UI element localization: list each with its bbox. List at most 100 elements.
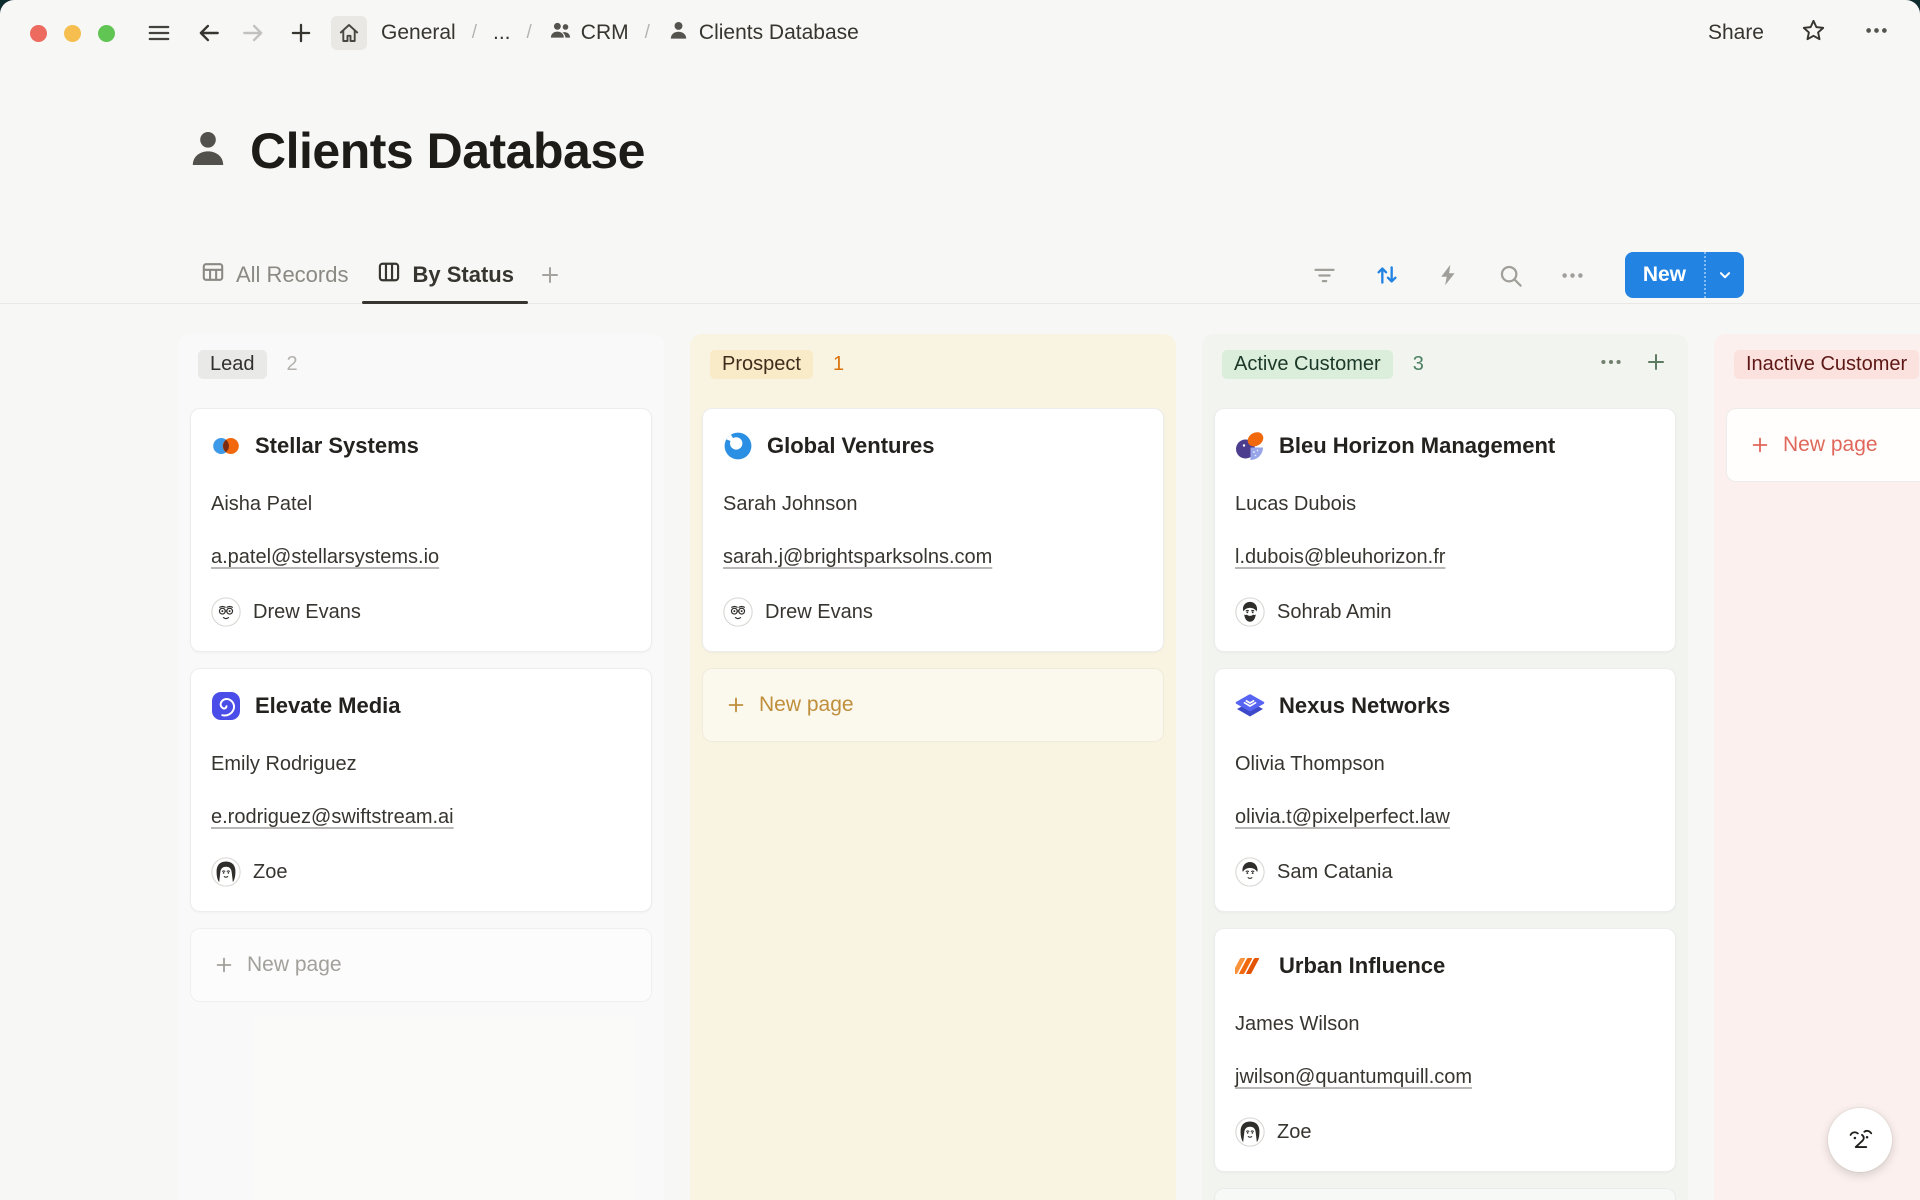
- new-page-button-inactive[interactable]: New page: [1726, 408, 1920, 482]
- avatar-zoe: [211, 857, 241, 887]
- card-title: Elevate Media: [255, 693, 401, 719]
- view-tabs: All Records By Status: [186, 246, 572, 304]
- contact-email: a.patel@stellarsystems.io: [211, 544, 631, 570]
- app-window: General / ... / CRM / Clients Database S…: [0, 0, 1920, 1200]
- close-window-button[interactable]: [30, 25, 47, 42]
- contact-email: sarah.j@brightsparksolns.com: [723, 544, 1143, 570]
- column-prospect: Prospect 1 Global Ventures Sarah Johnson…: [690, 334, 1176, 1200]
- automation-bolt-icon[interactable]: [1433, 259, 1465, 291]
- new-button-label: New: [1625, 263, 1704, 287]
- breadcrumb-separator: /: [527, 22, 532, 44]
- sort-icon[interactable]: [1371, 259, 1403, 291]
- back-icon[interactable]: [191, 16, 227, 50]
- blue-shutter-logo-icon: [723, 431, 753, 461]
- card-nexus-networks[interactable]: Nexus Networks Olivia Thompson olivia.t@…: [1214, 668, 1676, 912]
- breadcrumb-item-crm[interactable]: CRM: [542, 16, 635, 51]
- new-page-label: New page: [247, 953, 342, 977]
- contact-name: Sarah Johnson: [723, 491, 1143, 517]
- column-header: Active Customer 3: [1222, 344, 1676, 384]
- card-global-ventures[interactable]: Global Ventures Sarah Johnson sarah.j@br…: [702, 408, 1164, 652]
- card-elevate-media[interactable]: Elevate Media Emily Rodriguez e.rodrigue…: [190, 668, 652, 912]
- add-view-icon[interactable]: [528, 246, 572, 304]
- tab-label: All Records: [236, 262, 348, 288]
- column-active-customer: Active Customer 3 Bleu Horizon Managemen…: [1202, 334, 1688, 1200]
- status-chip-prospect[interactable]: Prospect: [710, 350, 813, 379]
- layer-stack-logo-icon: [1235, 691, 1265, 721]
- breadcrumb-item-clients-database[interactable]: Clients Database: [660, 16, 865, 51]
- card-stellar-systems[interactable]: Stellar Systems Aisha Patel a.patel@stel…: [190, 408, 652, 652]
- assistant-face-button[interactable]: [1828, 1108, 1892, 1172]
- new-tab-icon[interactable]: [283, 16, 319, 50]
- column-header: Prospect 1: [710, 344, 1164, 384]
- search-icon[interactable]: [1495, 259, 1527, 291]
- contact-name: Emily Rodriguez: [211, 751, 631, 777]
- owner-name: Zoe: [253, 859, 287, 885]
- breadcrumb-item-ellipsis[interactable]: ...: [487, 19, 517, 47]
- view-more-icon[interactable]: [1557, 259, 1589, 291]
- email-link[interactable]: l.dubois@bleuhorizon.fr: [1235, 546, 1445, 568]
- contact-email: l.dubois@bleuhorizon.fr: [1235, 544, 1655, 570]
- window-titlebar: General / ... / CRM / Clients Database S…: [0, 0, 1920, 66]
- page-person-icon: [184, 125, 232, 178]
- breadcrumb-item-general[interactable]: General: [375, 19, 462, 47]
- traffic-lights: [30, 25, 115, 42]
- breadcrumb-label: ...: [493, 21, 511, 45]
- owner-row: Sohrab Amin: [1235, 597, 1655, 627]
- card-title: Global Ventures: [767, 433, 935, 459]
- people-icon: [548, 18, 573, 49]
- status-chip-active-customer[interactable]: Active Customer: [1222, 350, 1393, 379]
- zoom-window-button[interactable]: [98, 25, 115, 42]
- contact-email: e.rodriguez@swiftstream.ai: [211, 804, 631, 830]
- venn-circles-logo-icon: [211, 431, 241, 461]
- card-urban-influence[interactable]: Urban Influence James Wilson jwilson@qua…: [1214, 928, 1676, 1172]
- column-count: 1: [833, 353, 844, 376]
- card-bleu-horizon-management[interactable]: Bleu Horizon Management Lucas Dubois l.d…: [1214, 408, 1676, 652]
- new-button-dropdown[interactable]: [1704, 252, 1744, 298]
- owner-name: Drew Evans: [253, 599, 361, 625]
- breadcrumb-label: Clients Database: [699, 21, 859, 45]
- sidebar-menu-icon[interactable]: [141, 16, 177, 50]
- avatar-drew: [723, 597, 753, 627]
- tri-shape-logo-icon: [1235, 431, 1265, 461]
- owner-name: Sohrab Amin: [1277, 599, 1392, 625]
- filter-icon[interactable]: [1309, 259, 1341, 291]
- new-page-button-active[interactable]: [1214, 1188, 1676, 1200]
- email-link[interactable]: olivia.t@pixelperfect.law: [1235, 806, 1450, 828]
- column-count: 2: [287, 353, 298, 376]
- new-record-button[interactable]: New: [1625, 252, 1744, 298]
- more-options-icon[interactable]: [1863, 17, 1890, 49]
- breadcrumb: General / ... / CRM / Clients Database: [375, 16, 865, 51]
- card-title: Nexus Networks: [1279, 693, 1450, 719]
- owner-name: Zoe: [1277, 1119, 1311, 1145]
- share-button[interactable]: Share: [1708, 21, 1764, 45]
- email-link[interactable]: sarah.j@brightsparksolns.com: [723, 546, 992, 568]
- column-more-icon[interactable]: [1598, 349, 1624, 380]
- email-link[interactable]: e.rodriguez@swiftstream.ai: [211, 806, 454, 828]
- new-page-button-prospect[interactable]: New page: [702, 668, 1164, 742]
- new-page-label: New page: [759, 693, 854, 717]
- breadcrumb-separator: /: [645, 22, 650, 44]
- contact-email: jwilson@quantumquill.com: [1235, 1064, 1655, 1090]
- email-link[interactable]: jwilson@quantumquill.com: [1235, 1066, 1472, 1088]
- email-link[interactable]: a.patel@stellarsystems.io: [211, 546, 439, 568]
- page-title: Clients Database: [250, 122, 645, 180]
- column-lead: Lead 2 Stellar Systems Aisha Patel a.pat…: [178, 334, 664, 1200]
- kanban-board: Lead 2 Stellar Systems Aisha Patel a.pat…: [178, 334, 1920, 1200]
- minimize-window-button[interactable]: [64, 25, 81, 42]
- doodle-face-icon: [1838, 1118, 1882, 1162]
- tab-all-records[interactable]: All Records: [186, 246, 362, 304]
- person-icon: [666, 18, 691, 49]
- owner-row: Zoe: [211, 857, 631, 887]
- view-toolbar: New: [1309, 246, 1744, 304]
- status-chip-inactive-customer[interactable]: Inactive Customer: [1734, 350, 1919, 379]
- forward-icon[interactable]: [235, 16, 271, 50]
- tab-by-status[interactable]: By Status: [362, 246, 527, 304]
- home-icon[interactable]: [331, 16, 367, 50]
- board-icon: [376, 259, 402, 291]
- status-chip-lead[interactable]: Lead: [198, 350, 267, 379]
- column-add-icon[interactable]: [1644, 350, 1668, 379]
- favorite-star-icon[interactable]: [1800, 17, 1827, 49]
- new-page-button-lead[interactable]: New page: [190, 928, 652, 1002]
- column-header: Inactive Customer: [1734, 344, 1920, 384]
- breadcrumb-separator: /: [472, 22, 477, 44]
